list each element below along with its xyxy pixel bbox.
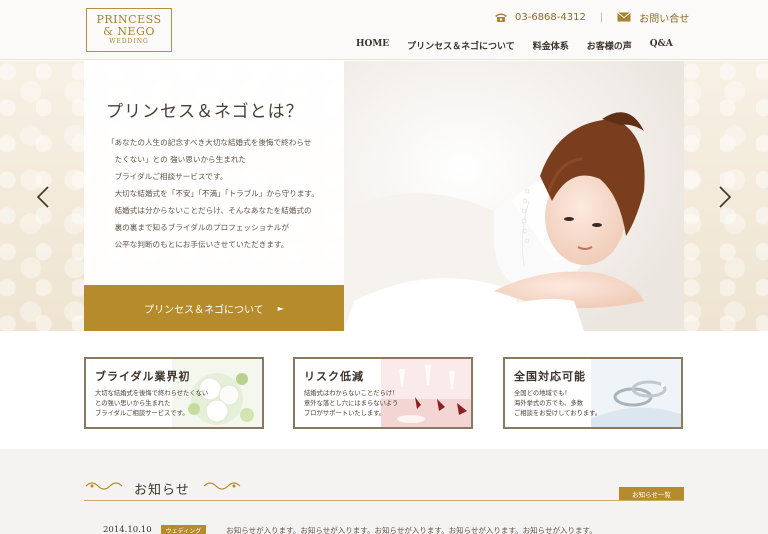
feature-line: 海外挙式の方でも、多数 <box>514 400 584 407</box>
header-separator: | <box>599 11 604 23</box>
nav-pricing[interactable]: 料金体系 <box>533 39 569 52</box>
hero-slider: プリンセス＆ネゴとは？ 「あなたの人生の記念すべき大切な結婚式を後悔で終わらせ … <box>0 61 768 331</box>
hero-line: たくない」との 強い思いから生まれた <box>107 155 247 164</box>
ornament-left-icon <box>85 482 123 490</box>
phone-icon <box>495 13 507 22</box>
contact-bar: 03-6868-4312 | お問い合せ <box>494 10 689 25</box>
news-text: お知らせが入ります。お知らせが入ります。お知らせが入ります。お知らせが入ります。… <box>226 525 597 534</box>
logo-line3: WEDDING <box>109 38 149 45</box>
nav-qa[interactable]: Q&A <box>650 39 673 52</box>
news-all-button[interactable]: お知らせ一覧 <box>619 487 684 501</box>
hero-line: 裏の裏まで知るブライダルのプロフェッショナルが <box>107 223 289 232</box>
bride-photo <box>344 61 684 331</box>
ornament-right-icon <box>203 482 241 490</box>
logo-line2: & NEGO <box>103 25 155 38</box>
arrow-right-small-icon: ► <box>277 303 284 313</box>
nav-about[interactable]: プリンセス＆ネゴについて <box>407 39 515 52</box>
hero-line: 結婚式は分からないことだらけ、そんなあなたを結婚式の <box>107 206 312 215</box>
feature-title: ブライダル業界初 <box>95 370 191 383</box>
feature-line: との強い思いから生まれた <box>95 400 171 407</box>
feature-text: 大切な結婚式を後悔で終わらせたくない との強い思いから生まれた ブライダルご相談… <box>95 389 208 419</box>
feature-line: 意外な落とし穴にはまらないよう <box>304 400 399 407</box>
feature-title: 全国対応可能 <box>514 370 586 383</box>
chevron-left-icon[interactable] <box>34 185 52 209</box>
nav-testimonials[interactable]: お客様の声 <box>587 39 632 52</box>
news-title: お知らせ <box>134 483 190 498</box>
feature-line: ご相談をお受けしております。 <box>514 410 602 417</box>
wedding-rings-image <box>591 359 681 427</box>
nav-home[interactable]: HOME <box>356 39 389 52</box>
feature-line: 全国どの地域でも！ <box>514 390 571 397</box>
site-header: PRINCESS & NEGO WEDDING 03-6868-4312 | お… <box>0 0 768 60</box>
hero-line: ブライダルご相談サービスです。 <box>107 172 228 181</box>
contact-link[interactable]: お問い合せ <box>639 10 689 25</box>
bride-illustration <box>344 61 684 331</box>
feature-section: ブライダル業界初 大切な結婚式を後悔で終わらせたくない との強い思いから生まれた… <box>0 331 768 449</box>
feature-title: リスク低減 <box>304 370 364 383</box>
feature-card-nationwide[interactable]: 全国対応可能 全国どの地域でも！ 海外挙式の方でも、多数 ご相談をお受けしており… <box>503 357 683 429</box>
hero-title: プリンセス＆ネゴとは？ <box>106 102 304 122</box>
news-category-badge: ウェディング <box>160 524 207 534</box>
news-divider <box>84 500 684 501</box>
phone-number[interactable]: 03-6868-4312 <box>515 12 586 23</box>
feature-line: プロがサポートいたします。 <box>304 410 386 417</box>
feature-text: 全国どの地域でも！ 海外挙式の方でも、多数 ご相談をお受けしております。 <box>514 389 601 419</box>
feature-card-risk-reduction[interactable]: リスク低減 結婚式はわからないことだらけ！ 意外な落とし穴にはまらないよう プロ… <box>293 357 473 429</box>
feature-card-first-in-industry[interactable]: ブライダル業界初 大切な結婚式を後悔で終わらせたくない との強い思いから生まれた… <box>84 357 264 429</box>
feature-line: 大切な結婚式を後悔で終わらせたくない <box>95 390 209 397</box>
news-section: お知らせ お知らせ一覧 2014.10.10 ウェディング お知らせが入ります。… <box>0 449 768 534</box>
feature-line: ブライダルご相談サービスです。 <box>95 410 189 417</box>
chevron-right-icon[interactable] <box>716 185 734 209</box>
feature-line: 結婚式はわからないことだらけ！ <box>304 390 399 397</box>
hero-description: 「あなたの人生の記念すべき大切な結婚式を後悔で終わらせ たくない」との 強い思い… <box>107 134 337 253</box>
news-item[interactable]: 2014.10.10 ウェディング お知らせが入ります。お知らせが入ります。お知… <box>103 524 597 534</box>
mail-icon <box>617 12 632 22</box>
hero-line: 大切な結婚式を「不安」「不満」「トラブル」から守ります。 <box>107 189 319 198</box>
hero-line: 「あなたの人生の記念すべき大切な結婚式を後悔で終わらせ <box>107 138 312 147</box>
main-nav: HOME プリンセス＆ネゴについて 料金体系 お客様の声 Q&A <box>356 39 673 52</box>
site-logo[interactable]: PRINCESS & NEGO WEDDING <box>86 8 172 52</box>
about-button-label: プリンセス＆ネゴについて <box>144 304 264 316</box>
feature-text: 結婚式はわからないことだらけ！ 意外な落とし穴にはまらないよう プロがサポートい… <box>304 389 398 419</box>
news-date: 2014.10.10 <box>103 525 152 534</box>
about-button[interactable]: プリンセス＆ネゴについて ► <box>84 285 344 331</box>
hero-line: 公平な判断のもとにお手伝いさせていただきます。 <box>107 240 289 249</box>
